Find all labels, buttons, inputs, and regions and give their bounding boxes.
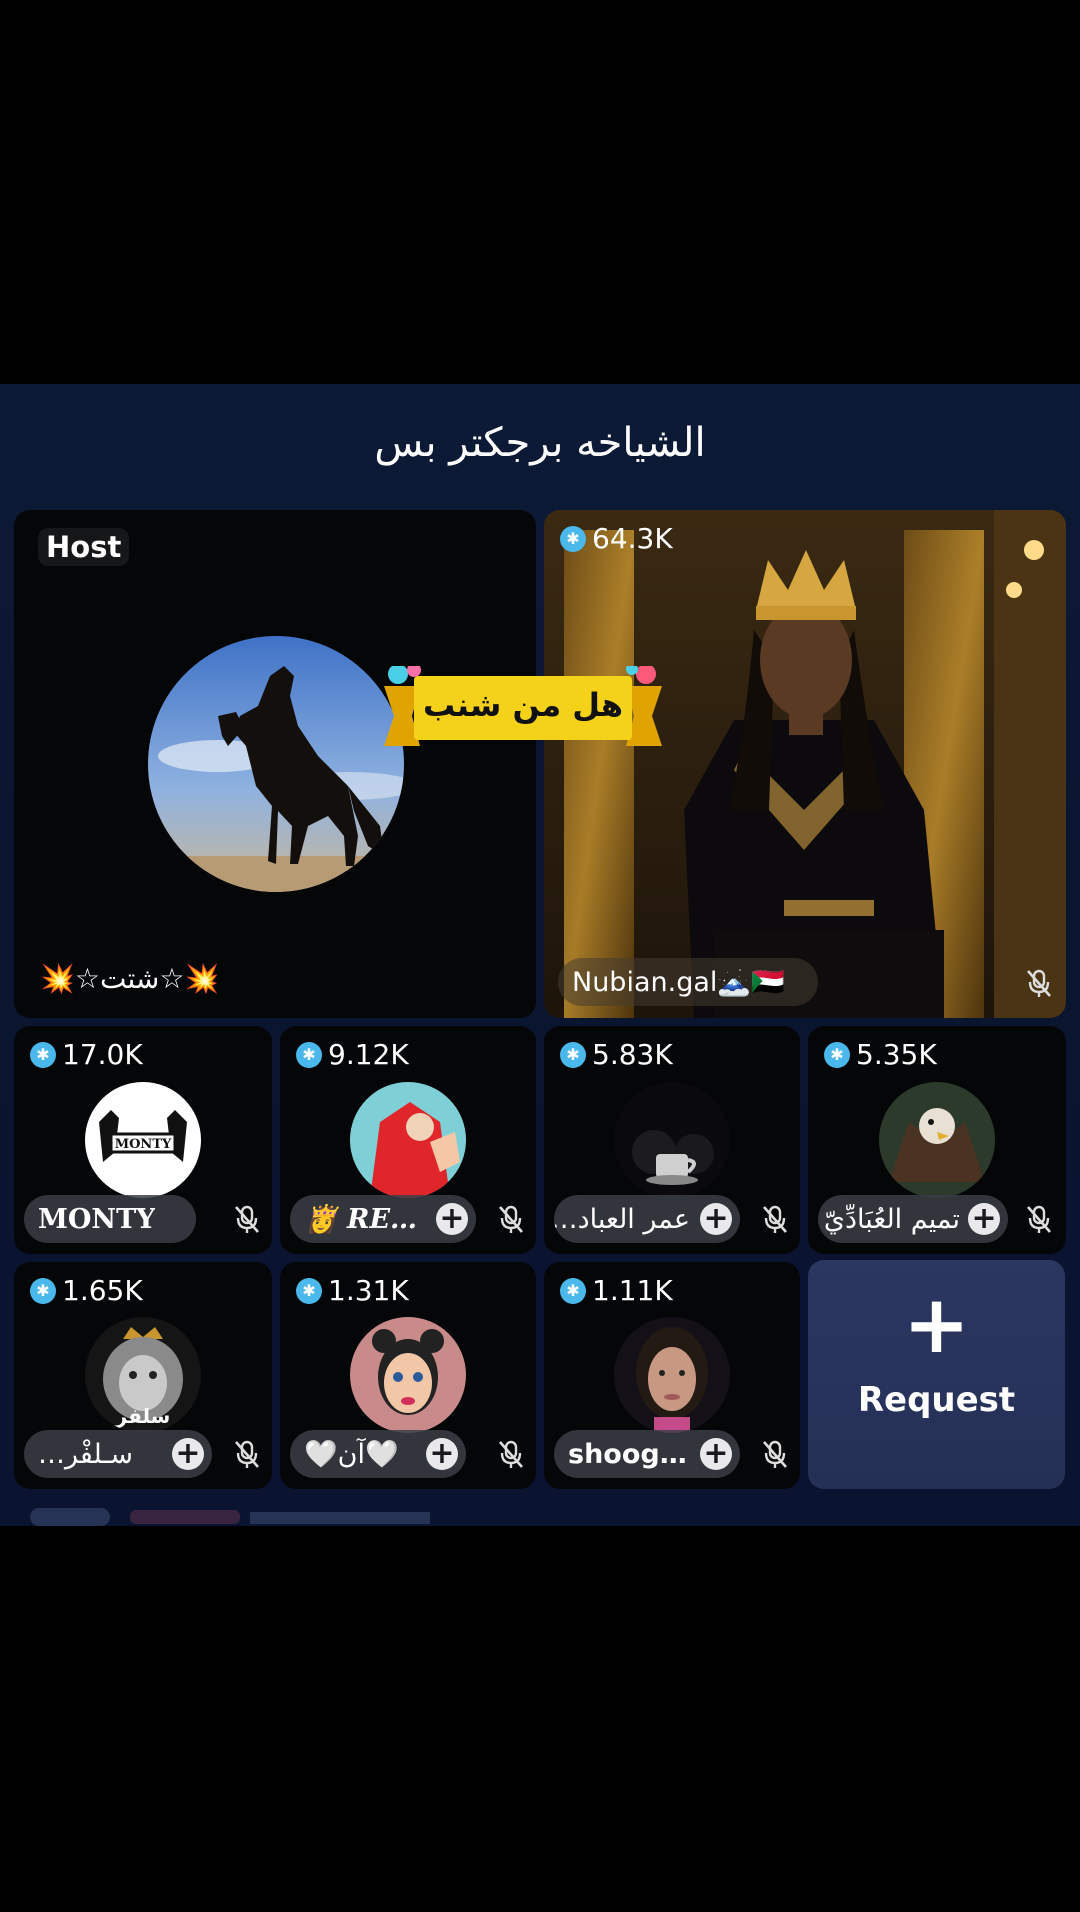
request-seat-button[interactable]: + Request — [808, 1260, 1065, 1489]
seat-avatar[interactable] — [350, 1082, 466, 1198]
seat-2[interactable]: ✱ 9.12K 👸 RE… + — [280, 1026, 536, 1254]
featured-seat[interactable]: ✱ 64.3K Nubian.gal🗻🇸🇩 — [544, 510, 1066, 1018]
mic-muted-icon[interactable] — [494, 1437, 528, 1471]
follow-plus-button[interactable]: + — [700, 1203, 732, 1235]
seat-score: ✱ 17.0K — [30, 1038, 143, 1071]
mic-muted-icon[interactable] — [230, 1202, 264, 1236]
mic-muted-icon[interactable] — [494, 1202, 528, 1236]
diamond-icon: ✱ — [30, 1041, 56, 1068]
featured-name: Nubian.gal🗻🇸🇩 — [572, 967, 785, 998]
seat-7[interactable]: ✱ 1.11K shoog… + — [544, 1262, 800, 1489]
diamond-icon: ✱ — [824, 1041, 850, 1068]
seat-name: سـلفْر… — [38, 1438, 134, 1470]
diamond-icon: ✱ — [296, 1277, 322, 1304]
seat-4[interactable]: ✱ 5.35K + تميم العُبَادِّيّ — [808, 1026, 1066, 1254]
seat-name: 🤍آن🤍 — [304, 1439, 399, 1470]
host-avatar[interactable] — [148, 636, 404, 892]
host-label: Host — [38, 528, 130, 566]
featured-score: ✱ 64.3K — [560, 522, 673, 555]
seat-avatar[interactable]: MONTY — [85, 1082, 201, 1198]
seat-avatar[interactable]: سلفر — [85, 1317, 201, 1433]
seat-name: تميم العُبَادِّيّ — [823, 1203, 960, 1235]
seat-name: MONTY — [38, 1203, 156, 1235]
seat-name: عمر العباد… — [554, 1203, 690, 1235]
seat-1[interactable]: ✱ 17.0K MONTY MONTY — [14, 1026, 272, 1254]
seat-avatar[interactable] — [350, 1317, 466, 1433]
seat-name: shoog… — [568, 1438, 687, 1470]
diamond-icon: ✱ — [560, 1041, 586, 1068]
seat-score: ✱ 5.35K — [824, 1038, 937, 1071]
seat-avatar[interactable] — [879, 1082, 995, 1198]
mic-muted-icon[interactable] — [1022, 1202, 1056, 1236]
seat-3[interactable]: ✱ 5.83K + عمر العباد… — [544, 1026, 800, 1254]
host-tile[interactable]: Host 💥☆شتت☆💥 — [14, 510, 536, 1018]
diamond-icon: ✱ — [560, 525, 586, 552]
request-label: Request — [857, 1380, 1016, 1420]
avatar-logo-text: MONTY — [115, 1137, 172, 1152]
diamond-icon: ✱ — [560, 1277, 586, 1304]
diamond-icon: ✱ — [296, 1041, 322, 1068]
diamond-icon: ✱ — [30, 1277, 56, 1304]
follow-plus-button[interactable]: + — [968, 1203, 1000, 1235]
follow-plus-button[interactable]: + — [436, 1203, 468, 1235]
seat-score: ✱ 1.65K — [30, 1274, 143, 1307]
seat-name: 👸 RE… — [304, 1204, 418, 1235]
seat-score: ✱ 1.31K — [296, 1274, 409, 1307]
seat-name-pill[interactable]: MONTY — [24, 1195, 196, 1243]
mic-muted-icon[interactable] — [1022, 966, 1056, 1000]
host-name: 💥☆شتت☆💥 — [40, 962, 220, 995]
seat-name-pill[interactable]: shoog… + — [554, 1430, 740, 1478]
seat-score: ✱ 9.12K — [296, 1038, 409, 1071]
follow-plus-button[interactable]: + — [700, 1438, 732, 1470]
seat-score: ✱ 1.11K — [560, 1274, 673, 1307]
mic-muted-icon[interactable] — [230, 1437, 264, 1471]
featured-name-pill[interactable]: Nubian.gal🗻🇸🇩 — [558, 958, 818, 1006]
seat-avatar[interactable] — [614, 1317, 730, 1433]
seat-name-pill[interactable]: + عمر العباد… — [554, 1195, 740, 1243]
avatar-logo-text: سلفر — [115, 1404, 171, 1428]
seat-5[interactable]: ✱ 1.65K سلفر سـلفْر… + — [14, 1262, 272, 1489]
seat-score: ✱ 5.83K — [560, 1038, 673, 1071]
featured-avatar — [544, 510, 1066, 1018]
banner-text: هل من شنب — [422, 686, 624, 724]
room-title: الشياخه برجكتر بس — [374, 420, 706, 466]
plus-icon: + — [902, 1278, 971, 1371]
follow-plus-button[interactable]: + — [172, 1438, 204, 1470]
seat-name-pill[interactable]: + تميم العُبَادِّيّ — [818, 1195, 1008, 1243]
seat-6[interactable]: ✱ 1.31K 🤍آن🤍 + — [280, 1262, 536, 1489]
seat-name-pill[interactable]: سـلفْر… + — [24, 1430, 212, 1478]
mic-muted-icon[interactable] — [758, 1202, 792, 1236]
follow-plus-button[interactable]: + — [426, 1438, 458, 1470]
seat-avatar[interactable] — [614, 1082, 730, 1198]
mic-muted-icon[interactable] — [758, 1437, 792, 1471]
seat-name-pill[interactable]: 🤍آن🤍 + — [290, 1430, 466, 1478]
faded-comment-row — [30, 1508, 480, 1526]
seat-name-pill[interactable]: 👸 RE… + — [290, 1195, 476, 1243]
